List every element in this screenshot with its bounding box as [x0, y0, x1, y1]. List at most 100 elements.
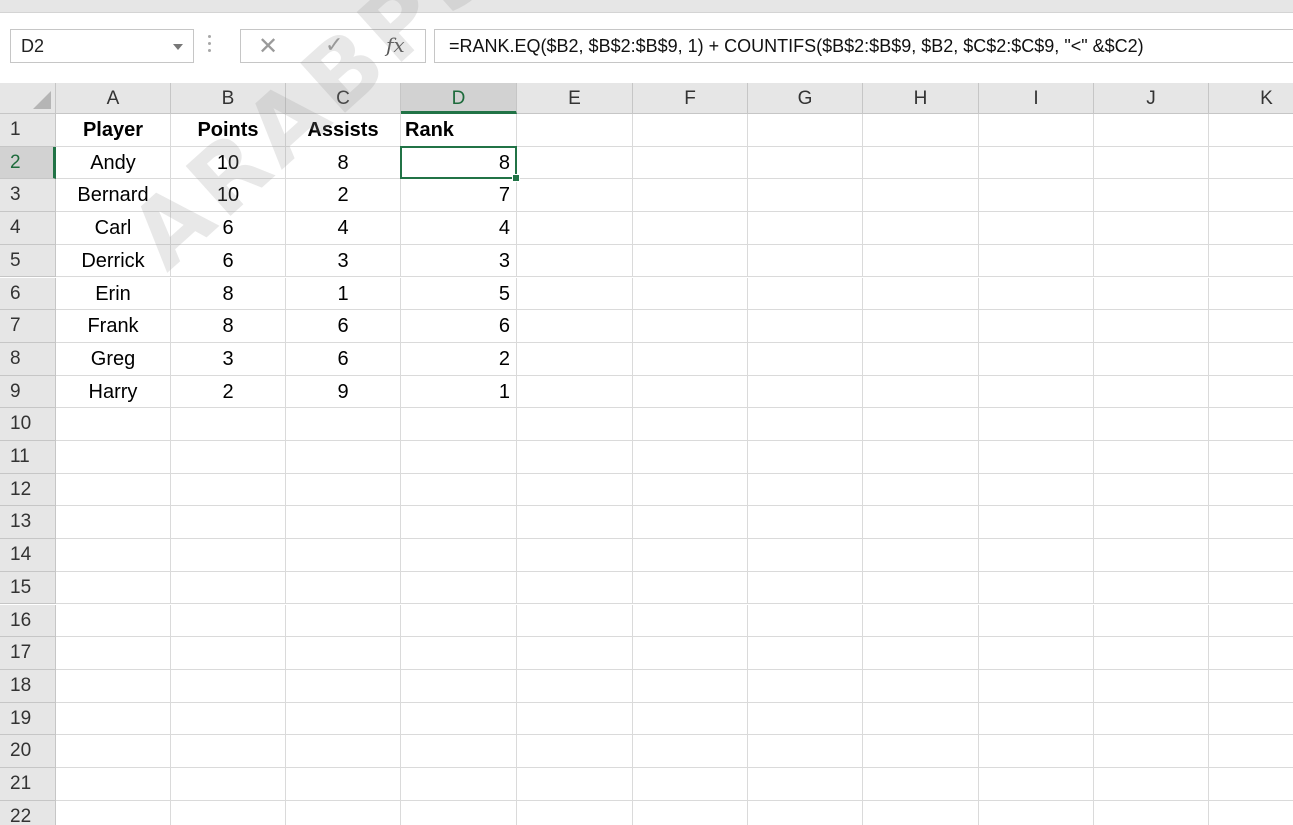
- cell-g16[interactable]: [748, 604, 863, 638]
- cell-a8[interactable]: Greg: [56, 342, 171, 376]
- chevron-down-icon[interactable]: [173, 44, 183, 50]
- cell-k16[interactable]: [1209, 605, 1293, 638]
- cell-b9[interactable]: 2: [171, 375, 286, 409]
- cell-j11[interactable]: [1094, 441, 1209, 474]
- cell-e16[interactable]: [517, 604, 633, 638]
- cell-g15[interactable]: [748, 571, 863, 605]
- cell-h10[interactable]: [863, 408, 979, 441]
- cell-k11[interactable]: [1209, 441, 1293, 474]
- cell-h4[interactable]: [863, 212, 979, 245]
- cell-h17[interactable]: [863, 637, 979, 670]
- cell-i12[interactable]: [979, 473, 1094, 507]
- cell-e11[interactable]: [517, 441, 633, 474]
- cell-d7[interactable]: 6: [401, 310, 517, 343]
- cell-i4[interactable]: [979, 212, 1094, 245]
- cell-d20[interactable]: [401, 735, 517, 768]
- cell-g17[interactable]: [748, 637, 863, 670]
- cell-g3[interactable]: [748, 179, 863, 213]
- column-header-j[interactable]: J: [1094, 83, 1209, 114]
- insert-function-icon[interactable]: fx: [386, 33, 405, 57]
- cell-i1[interactable]: [979, 114, 1094, 147]
- select-all-button[interactable]: [0, 83, 56, 114]
- cell-g8[interactable]: [748, 342, 863, 376]
- cell-b2[interactable]: 10: [171, 146, 286, 180]
- cell-a4[interactable]: Carl: [56, 212, 171, 245]
- row-header-12[interactable]: 12: [0, 473, 56, 507]
- row-header-8[interactable]: 8: [0, 342, 56, 376]
- cell-g5[interactable]: [748, 244, 863, 278]
- cell-e2[interactable]: [517, 146, 633, 180]
- cell-h22[interactable]: [863, 800, 979, 825]
- cell-j17[interactable]: [1094, 637, 1209, 670]
- formula-input[interactable]: =RANK.EQ($B2, $B$2:$B$9, 1) + COUNTIFS($…: [434, 29, 1293, 63]
- cell-i21[interactable]: [979, 768, 1094, 801]
- cell-g2[interactable]: [748, 146, 863, 180]
- cell-k19[interactable]: [1209, 703, 1293, 736]
- cell-g7[interactable]: [748, 310, 863, 343]
- cell-a9[interactable]: Harry: [56, 375, 171, 409]
- cell-f3[interactable]: [633, 179, 748, 213]
- cell-j14[interactable]: [1094, 539, 1209, 572]
- cell-j1[interactable]: [1094, 114, 1209, 147]
- cell-b22[interactable]: [171, 800, 286, 825]
- cell-j7[interactable]: [1094, 310, 1209, 343]
- cell-c22[interactable]: [286, 800, 401, 825]
- cell-f7[interactable]: [633, 310, 748, 343]
- cell-e12[interactable]: [517, 473, 633, 507]
- column-header-c[interactable]: C: [286, 83, 401, 114]
- cell-a3[interactable]: Bernard: [56, 179, 171, 213]
- cell-h2[interactable]: [863, 146, 979, 180]
- cell-d22[interactable]: [401, 800, 517, 825]
- cell-f12[interactable]: [633, 473, 748, 507]
- cell-j9[interactable]: [1094, 375, 1209, 409]
- cell-b3[interactable]: 10: [171, 179, 286, 213]
- cell-a10[interactable]: [56, 408, 171, 441]
- cell-c6[interactable]: 1: [286, 277, 401, 311]
- fill-handle[interactable]: [512, 174, 520, 183]
- cell-d17[interactable]: [401, 637, 517, 670]
- row-header-13[interactable]: 13: [0, 506, 56, 540]
- cell-j4[interactable]: [1094, 212, 1209, 245]
- cell-e15[interactable]: [517, 571, 633, 605]
- cell-b17[interactable]: [171, 637, 286, 670]
- cell-d19[interactable]: [401, 702, 517, 736]
- column-header-e[interactable]: E: [517, 83, 633, 114]
- cell-e13[interactable]: [517, 506, 633, 540]
- row-header-1[interactable]: 1: [0, 114, 56, 147]
- cell-d14[interactable]: [401, 539, 517, 572]
- cell-d5[interactable]: 3: [401, 244, 517, 278]
- cell-k8[interactable]: [1209, 343, 1293, 376]
- cell-k13[interactable]: [1209, 506, 1293, 540]
- cell-g13[interactable]: [748, 506, 863, 540]
- cell-h19[interactable]: [863, 702, 979, 736]
- cell-k22[interactable]: [1209, 801, 1293, 825]
- cell-h16[interactable]: [863, 604, 979, 638]
- cell-i20[interactable]: [979, 735, 1094, 768]
- cell-i10[interactable]: [979, 408, 1094, 441]
- cell-j13[interactable]: [1094, 506, 1209, 540]
- cell-c21[interactable]: [286, 768, 401, 801]
- cell-b7[interactable]: 8: [171, 310, 286, 343]
- drag-handle-icon[interactable]: [208, 35, 212, 57]
- cell-i9[interactable]: [979, 375, 1094, 409]
- cell-a21[interactable]: [56, 768, 171, 801]
- cell-a13[interactable]: [56, 506, 171, 540]
- cell-c15[interactable]: [286, 571, 401, 605]
- cell-g9[interactable]: [748, 375, 863, 409]
- cell-j5[interactable]: [1094, 244, 1209, 278]
- cell-c18[interactable]: [286, 669, 401, 703]
- cell-c4[interactable]: 4: [286, 212, 401, 245]
- cell-h7[interactable]: [863, 310, 979, 343]
- cell-c7[interactable]: 6: [286, 310, 401, 343]
- cell-e9[interactable]: [517, 375, 633, 409]
- cell-e8[interactable]: [517, 342, 633, 376]
- cell-j16[interactable]: [1094, 604, 1209, 638]
- cell-h14[interactable]: [863, 539, 979, 572]
- cell-c10[interactable]: [286, 408, 401, 441]
- cell-e7[interactable]: [517, 310, 633, 343]
- column-header-b[interactable]: B: [171, 83, 286, 114]
- row-header-10[interactable]: 10: [0, 408, 56, 441]
- cell-h6[interactable]: [863, 277, 979, 311]
- cell-a5[interactable]: Derrick: [56, 244, 171, 278]
- cell-j8[interactable]: [1094, 342, 1209, 376]
